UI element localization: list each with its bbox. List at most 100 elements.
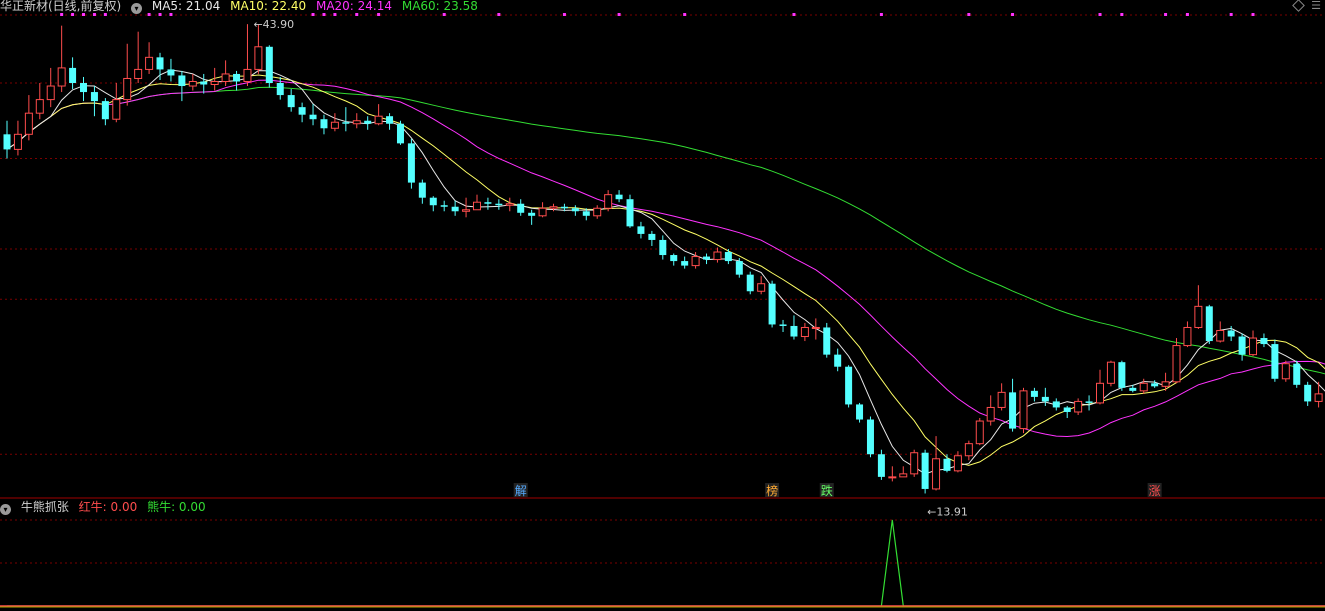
candle[interactable] xyxy=(265,46,273,83)
candle[interactable] xyxy=(691,256,700,267)
candle[interactable] xyxy=(1009,392,1017,429)
event-dot[interactable] xyxy=(792,13,796,16)
candle[interactable] xyxy=(549,206,558,209)
candle[interactable] xyxy=(953,455,962,472)
candle[interactable] xyxy=(254,46,263,70)
candle[interactable] xyxy=(1314,393,1323,402)
candle[interactable] xyxy=(768,283,776,325)
candle[interactable] xyxy=(1172,345,1181,383)
candle[interactable] xyxy=(156,57,164,70)
candle[interactable] xyxy=(407,143,415,183)
candle[interactable] xyxy=(1238,336,1246,355)
candle[interactable] xyxy=(746,274,754,292)
candle[interactable] xyxy=(386,116,394,124)
candle[interactable] xyxy=(1030,390,1038,397)
candle[interactable] xyxy=(790,325,798,337)
candle[interactable] xyxy=(188,80,197,87)
candle[interactable] xyxy=(1063,407,1071,412)
candle[interactable] xyxy=(429,197,437,206)
candle[interactable] xyxy=(1194,305,1203,328)
event-dot[interactable] xyxy=(1120,13,1124,16)
candle[interactable] xyxy=(123,77,132,101)
candle[interactable] xyxy=(1183,326,1192,347)
candle[interactable] xyxy=(943,458,951,471)
candle[interactable] xyxy=(178,75,186,87)
event-dot[interactable] xyxy=(967,13,971,16)
candle[interactable] xyxy=(670,255,678,262)
candle[interactable] xyxy=(834,354,842,367)
candle[interactable] xyxy=(997,391,1006,408)
event-dot[interactable] xyxy=(1185,13,1189,16)
candle[interactable] xyxy=(1085,401,1093,403)
candle[interactable] xyxy=(1249,337,1258,356)
candle[interactable] xyxy=(80,83,88,93)
candle[interactable] xyxy=(3,134,11,150)
candle[interactable] xyxy=(1293,363,1301,385)
candle[interactable] xyxy=(845,366,853,405)
candle[interactable] xyxy=(1096,382,1104,404)
event-dot[interactable] xyxy=(1098,13,1102,16)
candle[interactable] xyxy=(495,203,503,206)
candle[interactable] xyxy=(46,85,55,101)
candle[interactable] xyxy=(451,206,459,212)
candle[interactable] xyxy=(396,123,404,144)
candle[interactable] xyxy=(856,404,864,420)
candle[interactable] xyxy=(1161,381,1170,387)
candle[interactable] xyxy=(440,205,448,207)
candle[interactable] xyxy=(210,80,219,86)
candle[interactable] xyxy=(964,443,973,457)
candle[interactable] xyxy=(604,194,613,209)
candle[interactable] xyxy=(735,261,743,275)
candle[interactable] xyxy=(1041,396,1049,402)
candle[interactable] xyxy=(276,83,284,96)
candle[interactable] xyxy=(24,112,33,135)
event-dot[interactable] xyxy=(1011,13,1015,16)
candle[interactable] xyxy=(112,99,121,120)
candle[interactable] xyxy=(221,73,230,82)
chevron-down-icon[interactable]: ▾ xyxy=(0,504,11,515)
candle[interactable] xyxy=(1216,329,1225,342)
candle[interactable] xyxy=(1129,387,1137,391)
candle[interactable] xyxy=(1118,362,1126,388)
candle[interactable] xyxy=(167,69,175,76)
candle[interactable] xyxy=(1227,330,1235,337)
candle[interactable] xyxy=(330,121,339,129)
candle[interactable] xyxy=(899,473,908,478)
candle[interactable] xyxy=(1271,344,1279,379)
candle[interactable] xyxy=(571,208,579,212)
candle[interactable] xyxy=(243,68,252,82)
candle[interactable] xyxy=(462,209,471,212)
candle[interactable] xyxy=(538,207,547,217)
candle[interactable] xyxy=(1304,384,1312,402)
candle[interactable] xyxy=(560,206,568,209)
candle[interactable] xyxy=(101,101,109,120)
candle[interactable] xyxy=(975,420,984,445)
candle[interactable] xyxy=(1052,401,1060,408)
candle[interactable] xyxy=(800,326,809,338)
chevron-down-icon[interactable]: ▾ xyxy=(131,3,143,14)
candle[interactable] xyxy=(1074,400,1083,413)
candle[interactable] xyxy=(298,107,306,115)
candle[interactable] xyxy=(932,458,941,490)
candle[interactable] xyxy=(1260,338,1268,345)
candle[interactable] xyxy=(910,452,919,475)
candle[interactable] xyxy=(200,81,208,85)
candle[interactable] xyxy=(582,211,590,216)
candle[interactable] xyxy=(866,419,874,455)
candle[interactable] xyxy=(615,194,623,200)
candle[interactable] xyxy=(528,212,536,216)
candle[interactable] xyxy=(505,203,514,206)
candle[interactable] xyxy=(593,207,602,217)
candle[interactable] xyxy=(648,233,656,240)
candle[interactable] xyxy=(35,99,44,114)
candle[interactable] xyxy=(779,324,787,326)
candle[interactable] xyxy=(681,261,689,266)
event-dot[interactable] xyxy=(1229,13,1233,16)
candle[interactable] xyxy=(69,67,77,83)
candle[interactable] xyxy=(57,67,66,87)
candle[interactable] xyxy=(823,327,831,355)
candle[interactable] xyxy=(517,203,525,213)
event-dot[interactable] xyxy=(1164,13,1168,16)
candle[interactable] xyxy=(724,252,732,262)
candle[interactable] xyxy=(637,226,645,234)
